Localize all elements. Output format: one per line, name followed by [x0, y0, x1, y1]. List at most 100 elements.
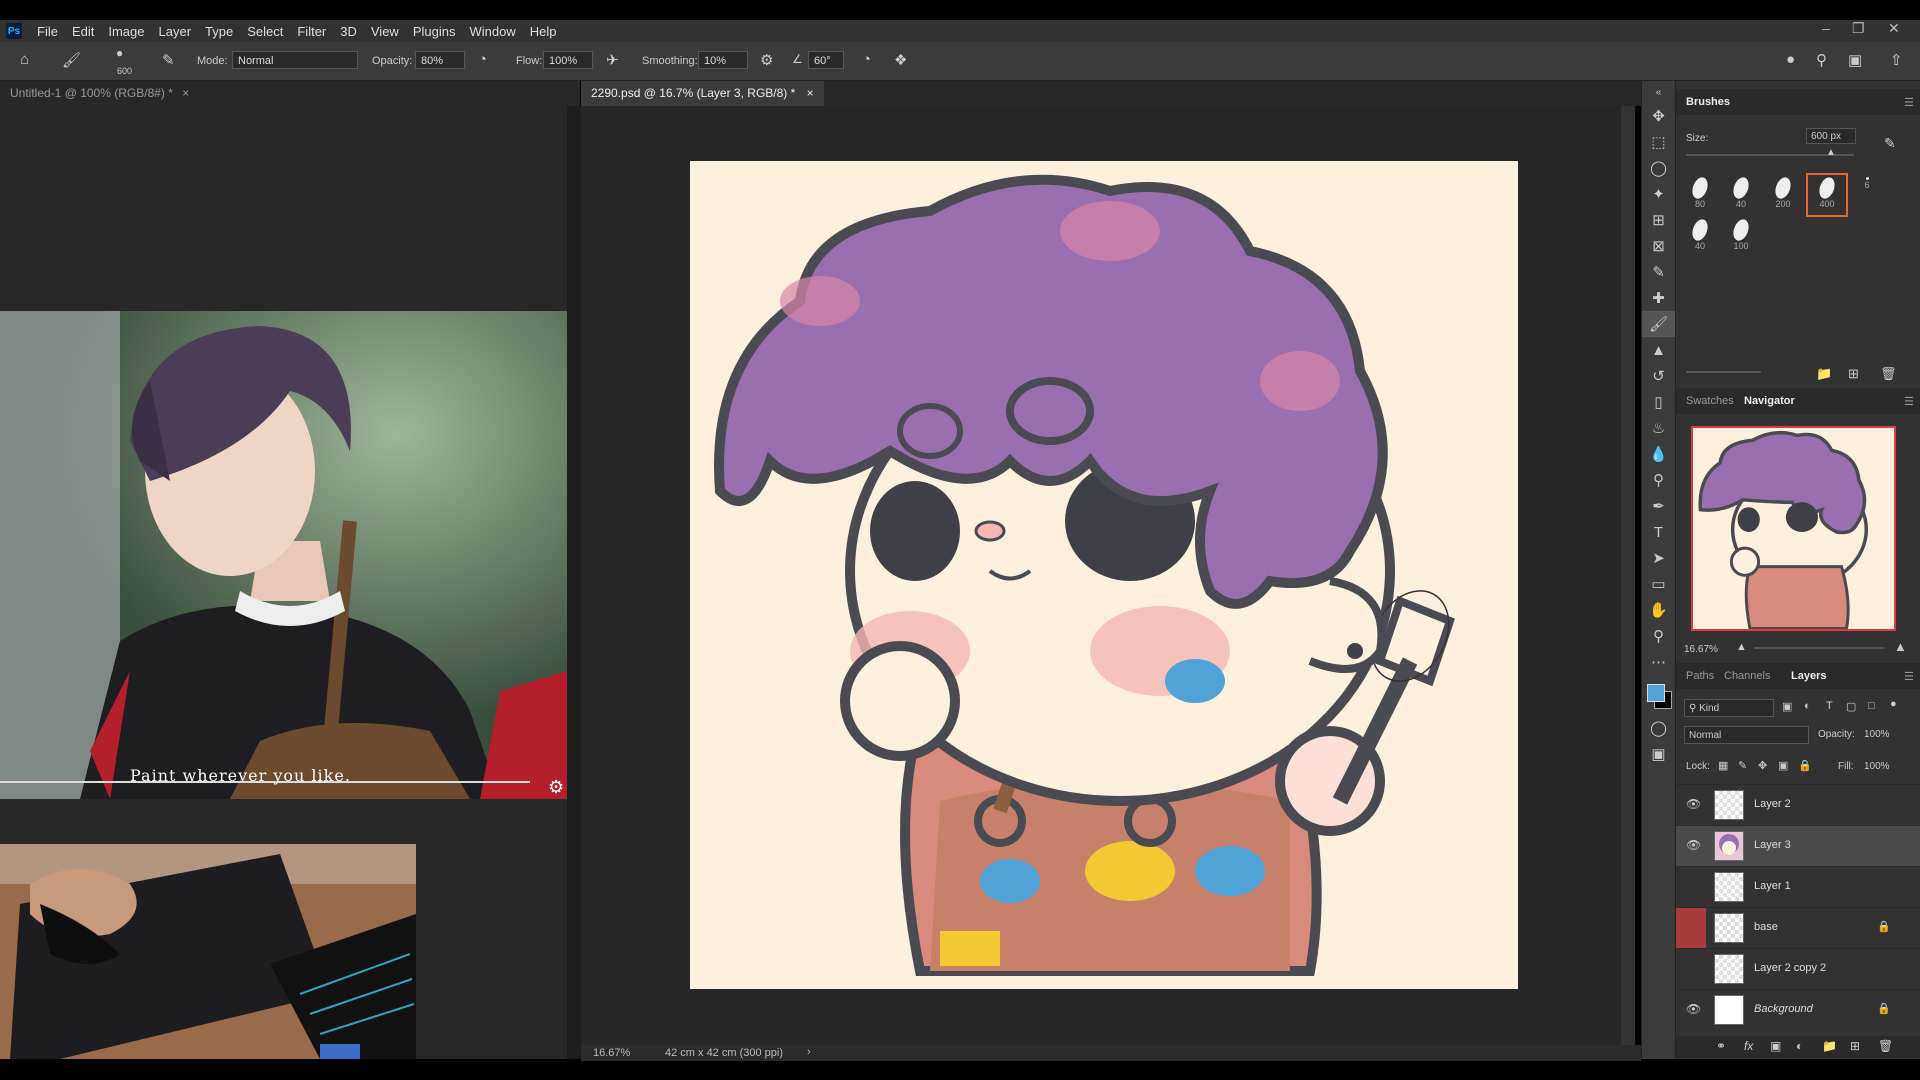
menu-3d[interactable]: 3D — [333, 24, 364, 39]
zoom-out-icon[interactable]: ▲ — [1736, 641, 1747, 653]
account-icon[interactable]: ● — [1786, 51, 1795, 68]
lock-artboard-icon[interactable]: ▣ — [1778, 759, 1788, 772]
rectangle-tool-icon[interactable]: ▭ — [1642, 571, 1675, 597]
tab-2290-psd[interactable]: 2290.psd @ 16.7% (Layer 3, RGB/8) * × — [581, 81, 824, 106]
path-selection-icon[interactable]: ➤ — [1642, 545, 1675, 571]
filter-type-icon[interactable]: T — [1826, 700, 1833, 712]
home-icon[interactable]: ⌂ — [20, 51, 29, 68]
tab-paths[interactable]: Paths — [1686, 670, 1714, 682]
new-brush-icon[interactable]: ⊞ — [1848, 366, 1859, 382]
close-icon[interactable]: ✕ — [1888, 20, 1900, 37]
collapse-icon[interactable]: « — [1642, 81, 1675, 103]
menu-help[interactable]: Help — [523, 24, 564, 39]
visibility-eye-icon[interactable]: 👁 — [1686, 1002, 1701, 1016]
navigator-preview[interactable] — [1691, 426, 1896, 631]
search-icon[interactable]: ⚲ — [1816, 51, 1827, 69]
layer-opacity-field[interactable]: 100% — [1864, 726, 1904, 744]
minimize-icon[interactable]: – — [1822, 20, 1830, 36]
blur-tool-icon[interactable]: 💧 — [1642, 441, 1675, 467]
paint-bucket-icon[interactable]: ♨ — [1642, 415, 1675, 441]
visibility-eye-icon[interactable]: 👁 — [1686, 838, 1701, 852]
layer-row[interactable]: Layer 1 — [1676, 866, 1920, 907]
brush-preset-icon[interactable]: ● — [116, 46, 123, 60]
brush-preset-200[interactable]: 200 — [1764, 175, 1802, 215]
visibility-off-icon[interactable] — [1686, 961, 1700, 975]
brush-preset-6[interactable]: 6 — [1848, 175, 1886, 215]
layer-row-selected[interactable]: 👁 Layer 3 — [1676, 825, 1920, 866]
brush-size-field[interactable]: 600 px — [1806, 128, 1856, 144]
pen-tool-icon[interactable]: ✒ — [1642, 493, 1675, 519]
slider-handle-icon[interactable]: ▲ — [1826, 147, 1836, 158]
eyedropper-icon[interactable]: ✎ — [1642, 259, 1675, 285]
filter-shape-icon[interactable]: ▢ — [1846, 700, 1856, 713]
panel-menu-icon[interactable]: ☰ — [1904, 395, 1914, 408]
lock-all-icon[interactable]: 🔒 — [1798, 759, 1812, 772]
layer-row[interactable]: base 🔒 — [1676, 907, 1920, 948]
smoothing-field[interactable]: 10% — [698, 51, 748, 69]
tab-navigator[interactable]: Navigator — [1744, 395, 1795, 407]
brush-settings-icon[interactable]: ✎ — [162, 51, 175, 69]
pressure-opacity-icon[interactable]: ◔ — [478, 51, 487, 68]
tab-swatches[interactable]: Swatches — [1686, 395, 1734, 407]
angle-field[interactable]: 60° — [808, 51, 844, 69]
adjustment-layer-icon[interactable]: ◐ — [1796, 1039, 1803, 1053]
close-tab-icon[interactable]: × — [182, 86, 189, 100]
menu-filter[interactable]: Filter — [290, 24, 333, 39]
brush-preview-slider[interactable] — [1686, 371, 1761, 373]
clone-stamp-icon[interactable]: ▲ — [1642, 337, 1675, 363]
menu-image[interactable]: Image — [101, 24, 151, 39]
tab-layers[interactable]: Layers — [1791, 670, 1826, 682]
gear-icon[interactable]: ⚙ — [548, 777, 564, 798]
color-swatches[interactable] — [1642, 675, 1675, 715]
filter-toggle-icon[interactable]: ● — [1890, 698, 1897, 710]
new-group-icon[interactable]: 📁 — [1822, 1039, 1837, 1053]
layer-filter-select[interactable]: ⚲ Kind — [1684, 699, 1774, 717]
menu-edit[interactable]: Edit — [65, 24, 101, 39]
brush-preset-400-selected[interactable]: 400 — [1806, 173, 1848, 217]
share-icon[interactable]: ⇧ — [1890, 51, 1903, 69]
hand-tool-icon[interactable]: ✋ — [1642, 597, 1675, 623]
close-tab-icon[interactable]: × — [807, 86, 814, 100]
airbrush-icon[interactable]: ✈ — [606, 51, 619, 69]
mode-select[interactable]: Normal — [232, 51, 358, 69]
left-pane-scrollbar[interactable] — [567, 106, 581, 1059]
crop-tool-icon[interactable]: ⊞ — [1642, 207, 1675, 233]
type-tool-icon[interactable]: T — [1642, 519, 1675, 545]
brush-tool-icon[interactable]: 🖌 — [1642, 311, 1675, 337]
foreground-color-swatch[interactable] — [1647, 684, 1665, 702]
fill-field[interactable]: 100% — [1864, 758, 1904, 776]
workspace-icon[interactable]: ▣ — [1848, 51, 1862, 69]
new-folder-icon[interactable]: 📁 — [1816, 366, 1832, 382]
brush-preset-80[interactable]: 80 — [1681, 175, 1719, 215]
restore-icon[interactable]: ❐ — [1852, 20, 1865, 37]
filter-smart-icon[interactable]: □ — [1868, 700, 1875, 712]
menu-type[interactable]: Type — [198, 24, 240, 39]
layer-row[interactable]: Layer 2 copy 2 — [1676, 948, 1920, 989]
healing-brush-icon[interactable]: ✚ — [1642, 285, 1675, 311]
gear-icon[interactable]: ⚙ — [760, 51, 773, 69]
brush-preset-40b[interactable]: 40 — [1681, 217, 1719, 257]
more-tools-icon[interactable]: ⋯ — [1642, 649, 1675, 675]
canvas-vertical-scrollbar[interactable] — [1621, 106, 1635, 1045]
navigator-zoom-slider[interactable] — [1754, 647, 1884, 649]
menu-layer[interactable]: Layer — [152, 24, 199, 39]
tab-channels[interactable]: Channels — [1724, 670, 1770, 682]
marquee-tool-icon[interactable]: ⬚ — [1642, 129, 1675, 155]
symmetry-icon[interactable]: ❖ — [894, 51, 907, 69]
magic-wand-icon[interactable]: ✦ — [1642, 181, 1675, 207]
panel-menu-icon[interactable]: ☰ — [1904, 670, 1914, 683]
trash-icon[interactable]: 🗑 — [1880, 366, 1897, 382]
zoom-tool-icon[interactable]: ⚲ — [1642, 623, 1675, 649]
brush-preset-40[interactable]: 40 — [1722, 175, 1760, 215]
add-mask-icon[interactable]: ▣ — [1770, 1039, 1781, 1053]
menu-plugins[interactable]: Plugins — [406, 24, 463, 39]
dodge-tool-icon[interactable]: ⚲ — [1642, 467, 1675, 493]
history-brush-icon[interactable]: ↺ — [1642, 363, 1675, 389]
navigator-zoom-readout[interactable]: 16.67% — [1684, 644, 1718, 655]
lasso-tool-icon[interactable]: ◯ — [1642, 155, 1675, 181]
eraser-tool-icon[interactable]: ▯ — [1642, 389, 1675, 415]
brush-tool-icon[interactable]: 🖌 — [62, 51, 81, 69]
layer-row[interactable]: 👁 Background 🔒 — [1676, 989, 1920, 1030]
lock-pixels-icon[interactable]: ✎ — [1738, 759, 1747, 772]
trash-icon[interactable]: 🗑 — [1878, 1039, 1893, 1053]
